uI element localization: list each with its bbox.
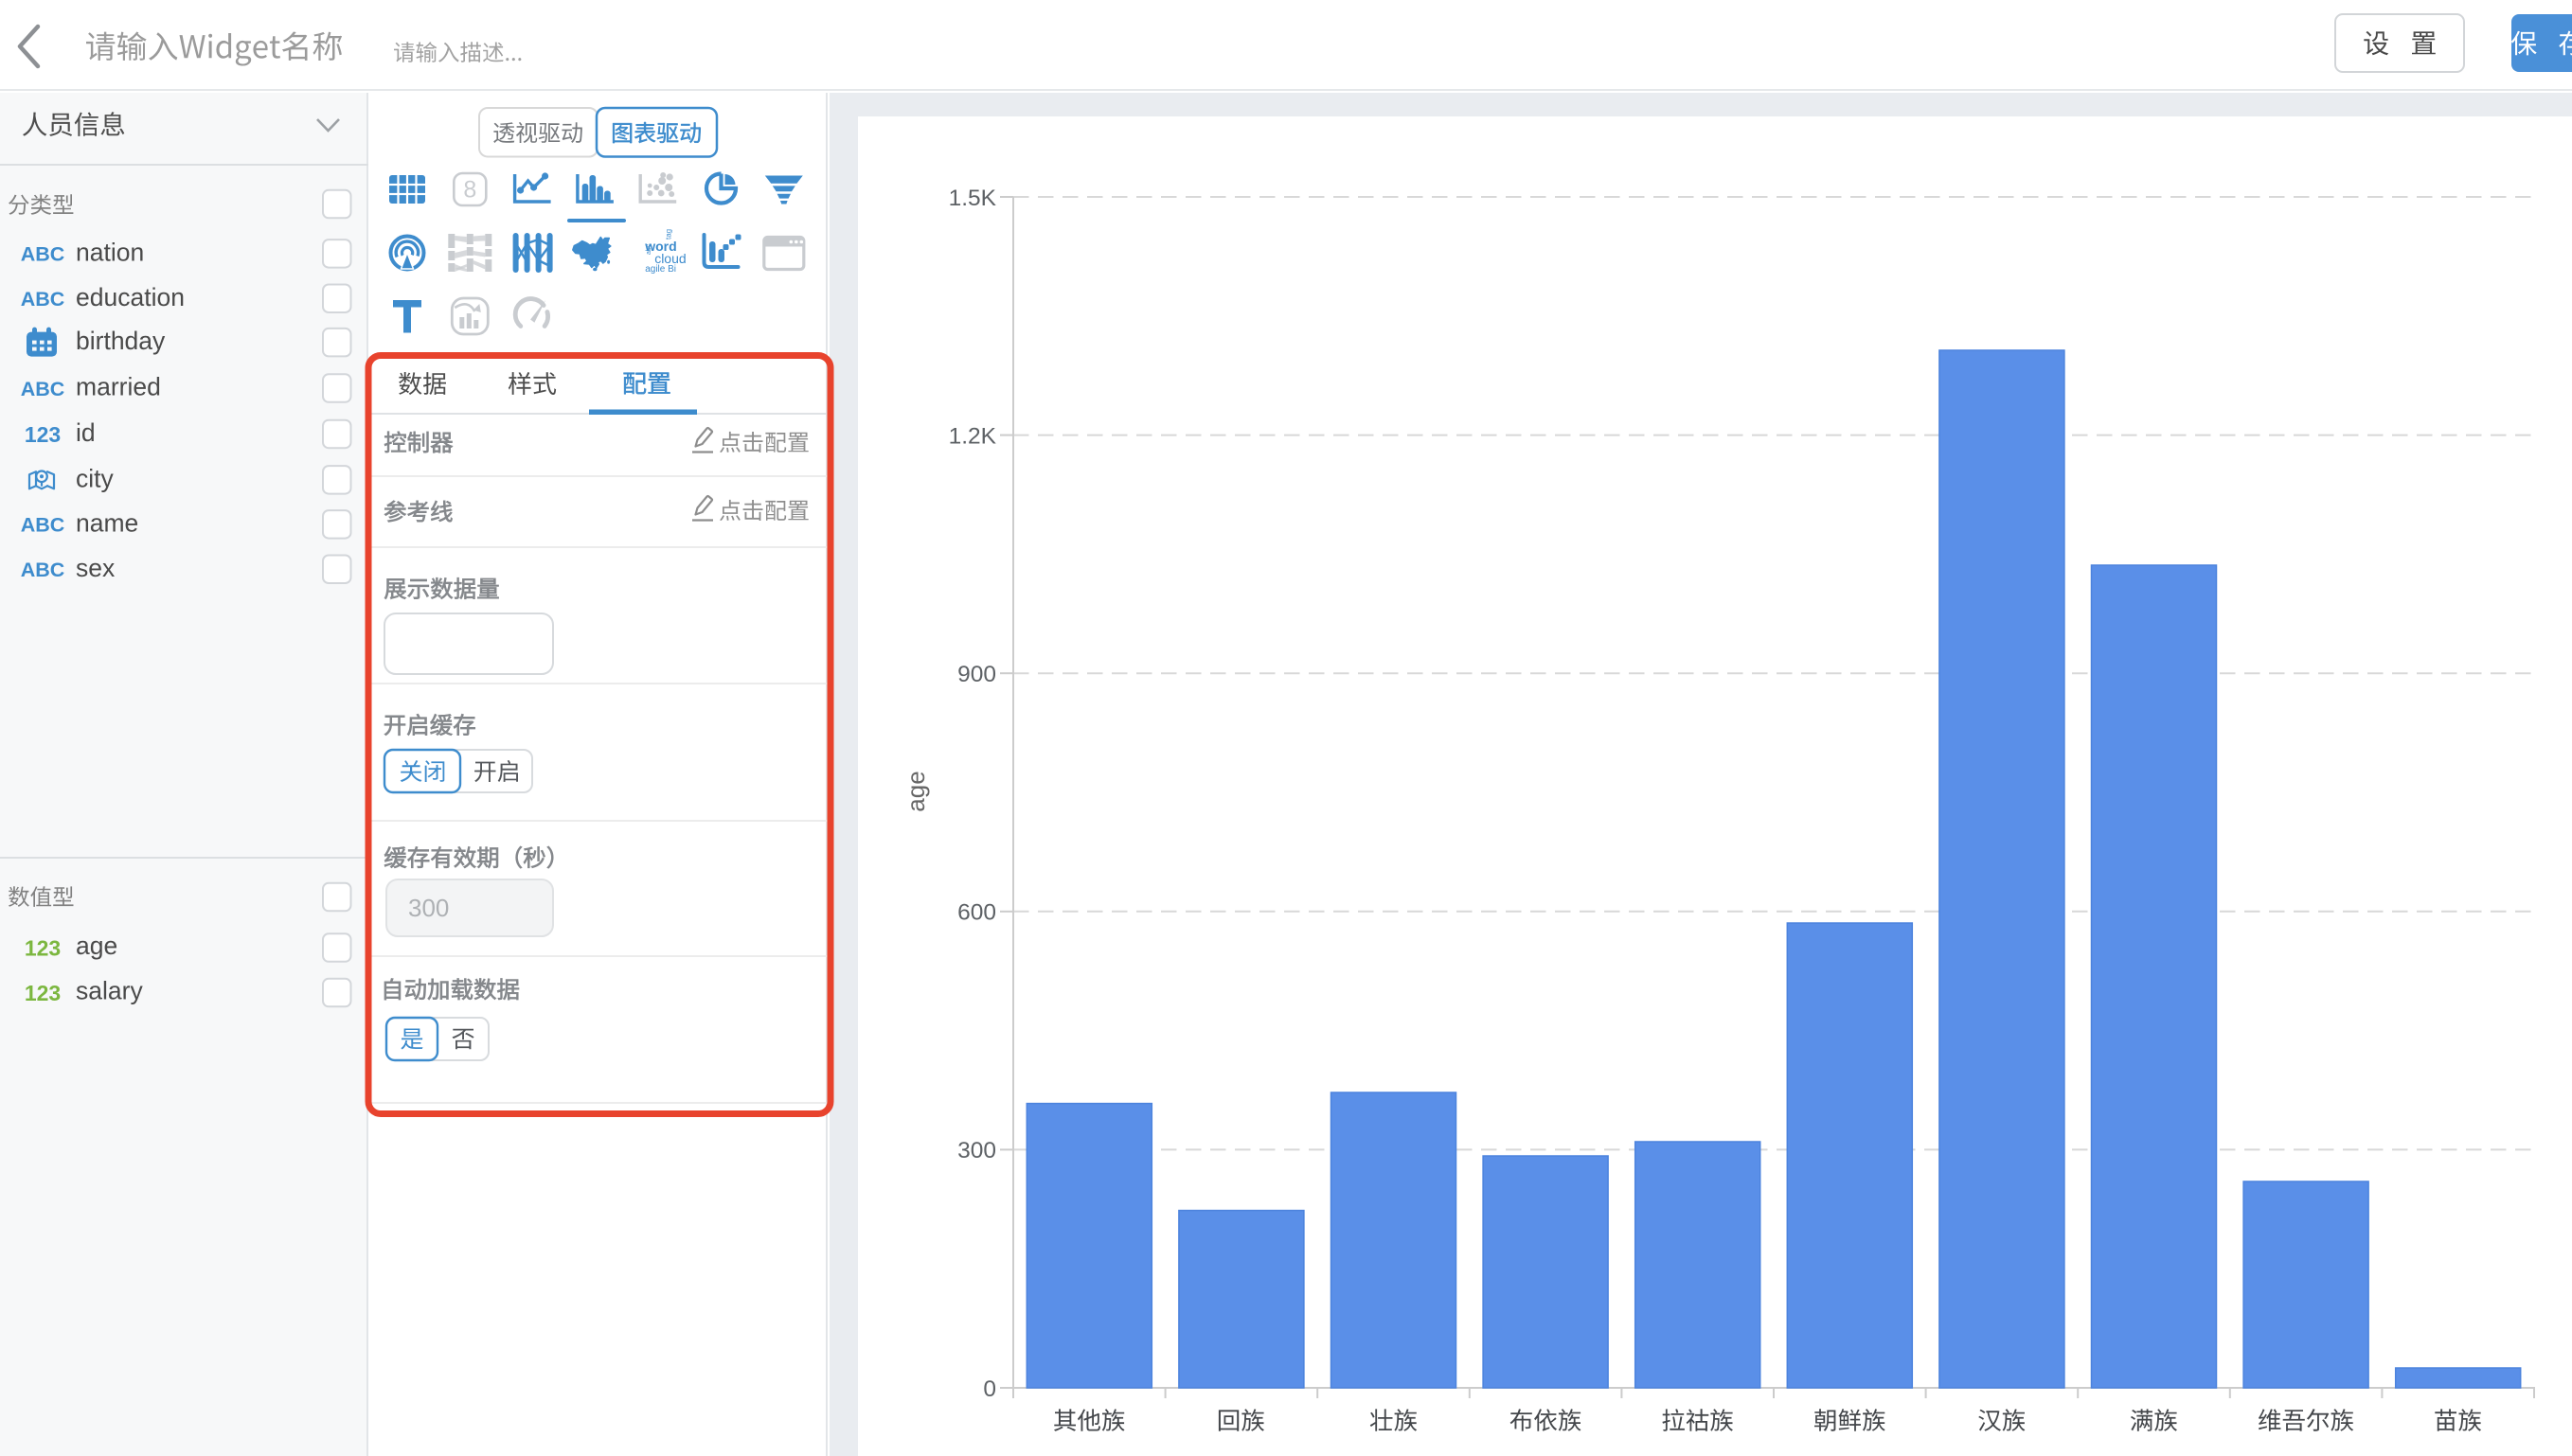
svg-text:agile Bi: agile Bi (645, 264, 676, 275)
svg-text:tag: tag (665, 229, 673, 240)
svg-text:123: 123 (25, 935, 61, 960)
svg-text:city: city (76, 464, 115, 492)
svg-text:sex: sex (76, 554, 115, 582)
svg-text:age: age (76, 932, 117, 960)
svg-text:ABC: ABC (21, 378, 65, 400)
svg-text:id: id (76, 418, 96, 447)
svg-text:ABC: ABC (21, 288, 65, 311)
svg-text:300: 300 (957, 1138, 996, 1163)
svg-text:8: 8 (463, 177, 476, 204)
svg-text:ABC: ABC (21, 243, 65, 266)
svg-text:married: married (76, 373, 161, 401)
svg-text:education: education (76, 283, 185, 311)
svg-text:abc: abc (646, 243, 652, 255)
svg-text:salary: salary (76, 977, 143, 1005)
svg-text:ABC: ABC (21, 514, 65, 537)
svg-text:600: 600 (957, 900, 996, 926)
svg-text:900: 900 (957, 662, 996, 687)
svg-text:300: 300 (408, 894, 449, 922)
svg-text:123: 123 (25, 981, 61, 1005)
svg-text:name: name (76, 508, 138, 537)
svg-text:ABC: ABC (21, 559, 65, 581)
svg-text:1.2K: 1.2K (949, 423, 997, 449)
svg-text:birthday: birthday (76, 327, 166, 355)
svg-text:age: age (902, 771, 930, 811)
svg-text:1.5K: 1.5K (949, 186, 997, 211)
svg-text:0: 0 (983, 1376, 996, 1402)
svg-text:123: 123 (25, 422, 61, 447)
svg-text:nation: nation (76, 238, 144, 266)
